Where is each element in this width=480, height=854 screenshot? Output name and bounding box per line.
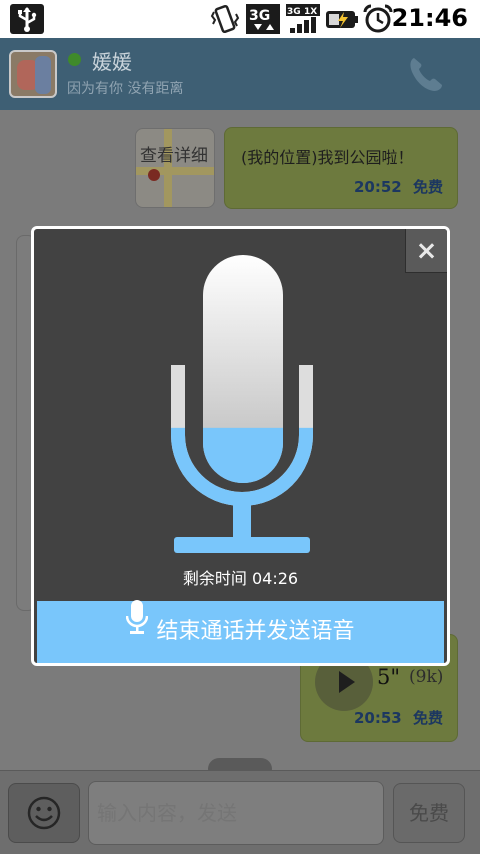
data-3g-icon: 3G (246, 4, 280, 34)
message-input[interactable] (88, 781, 384, 845)
signal-3g-1x-icon: 3G 1X (286, 4, 320, 34)
microphone-small-icon (126, 599, 149, 661)
network-label: 3G (249, 8, 270, 24)
alarm-icon (362, 4, 394, 34)
phone-call-icon[interactable] (404, 52, 448, 96)
emoji-button[interactable] (8, 783, 80, 843)
voice-recording-dialog: × 剩余时间 04:26 结束通话并发送语音 (31, 226, 450, 666)
vibrate-icon (210, 4, 240, 34)
battery-charging-icon (326, 4, 358, 34)
network-label-3g: 3G (287, 7, 301, 17)
microphone-icon (171, 255, 313, 553)
clock-time: 21:46 (391, 4, 468, 32)
view-details-label: 查看详细 (140, 146, 208, 166)
message-meta: 20:52 免费 (354, 176, 443, 197)
end-and-send-voice-button[interactable]: 结束通话并发送语音 (37, 599, 444, 663)
message-cost: 免费 (412, 709, 443, 727)
remaining-time: 剩余时间 04:26 (182, 569, 299, 588)
message-cost: 免费 (412, 178, 443, 196)
message-time: 20:53 (354, 709, 402, 727)
message-meta: 20:53 免费 (354, 707, 443, 728)
location-message-bubble[interactable]: (我的位置)我到公园啦！ 20:52 免费 (224, 127, 458, 209)
voice-file-size: (9k) (409, 667, 444, 687)
network-label-1x: 1X (304, 7, 317, 17)
contact-status-message: 因为有你 没有距离 (67, 81, 184, 97)
voice-duration: 5" (377, 665, 401, 689)
input-bar: 免费 (0, 770, 480, 854)
usb-icon (10, 4, 44, 34)
message-text: (我的位置)我到公园啦！ (241, 148, 414, 167)
end-and-send-voice-label: 结束通话并发送语音 (156, 619, 355, 644)
avatar[interactable] (9, 50, 57, 98)
message-time: 20:52 (354, 178, 402, 196)
status-bar: 3G 3G 1X 21:46 (0, 0, 480, 38)
location-thumbnail[interactable]: 查看详细 (135, 128, 215, 208)
send-button[interactable]: 免费 (393, 783, 465, 843)
online-status-dot (68, 53, 81, 66)
contact-name: 媛媛 (92, 50, 132, 74)
map-pin-icon (148, 169, 160, 181)
close-button[interactable]: × (405, 229, 447, 273)
smiley-icon (27, 796, 61, 830)
